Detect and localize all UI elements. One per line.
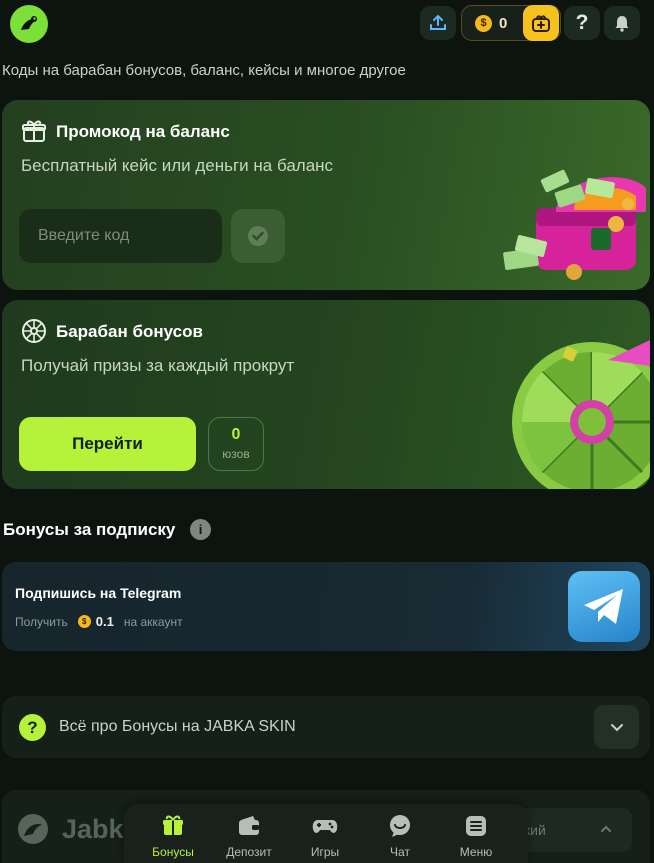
faq-expand-button[interactable] bbox=[594, 705, 639, 749]
deposit-button[interactable] bbox=[523, 5, 559, 41]
promo-description: Бесплатный кейс или деньги на баланс bbox=[21, 156, 334, 175]
promo-title: Промокод на баланс bbox=[56, 122, 230, 141]
frog-logo-icon[interactable] bbox=[10, 5, 48, 43]
reward-get-label: Получить bbox=[15, 614, 68, 629]
wheel-description: Получай призы за каждый прокрут bbox=[21, 356, 295, 375]
faq-title: Всё про Бонусы на JABKA SKIN bbox=[59, 718, 296, 735]
nav-deposit[interactable]: Депозит bbox=[217, 812, 281, 863]
wheel-icon bbox=[22, 319, 46, 343]
menu-icon bbox=[466, 816, 486, 836]
nav-label-menu: Меню bbox=[459, 845, 493, 859]
help-button[interactable]: ? bbox=[564, 6, 600, 40]
balance-value: 0 bbox=[499, 14, 508, 32]
telegram-title: Подпишись на Telegram bbox=[15, 585, 182, 601]
wheel-go-label: Перейти bbox=[72, 434, 143, 453]
chevron-down-icon bbox=[610, 723, 623, 731]
nav-label-deposit: Депозит bbox=[226, 845, 272, 859]
nav-label-chat: Чат bbox=[390, 845, 410, 859]
promo-submit-button[interactable] bbox=[231, 209, 285, 263]
telegram-reward-row: Получить $ 0.1 на аккаунт bbox=[15, 614, 183, 629]
wheel-go-button[interactable]: Перейти bbox=[19, 417, 196, 471]
gamepad-icon bbox=[312, 820, 338, 833]
info-icon[interactable]: i bbox=[190, 519, 211, 540]
notifications-button[interactable] bbox=[604, 6, 640, 40]
gift-box-icon bbox=[22, 120, 46, 142]
upload-icon bbox=[430, 14, 446, 30]
wallet-icon bbox=[239, 816, 259, 835]
question-icon: ? bbox=[575, 11, 589, 34]
prize-wheel-illustration bbox=[512, 340, 650, 489]
spins-counter: 0 юзов bbox=[208, 417, 264, 471]
nav-bonuses[interactable]: Бонусы bbox=[141, 812, 205, 863]
footer-frog-logo-icon bbox=[18, 814, 48, 844]
promo-code-placeholder: Введите код bbox=[38, 227, 130, 244]
subscription-title-text: Бонусы за подписку bbox=[3, 520, 176, 539]
promo-card: Промокод на баланс Бесплатный кейс или д… bbox=[2, 100, 650, 290]
faq-question-icon: ? bbox=[19, 714, 46, 741]
chevron-up-icon bbox=[601, 825, 611, 832]
upload-button[interactable] bbox=[420, 6, 456, 40]
top-bar: $ 0 ? bbox=[0, 0, 654, 48]
bonus-wheel-card: Барабан бонусов Получай призы за каждый … bbox=[2, 300, 650, 489]
bell-icon bbox=[615, 16, 629, 32]
gift-icon bbox=[532, 15, 550, 32]
chat-icon bbox=[390, 815, 410, 837]
nav-chat[interactable]: Чат bbox=[368, 812, 432, 863]
faq-accordion[interactable]: ? Всё про Бонусы на JABKA SKIN bbox=[2, 696, 650, 758]
language-selector[interactable]: кий bbox=[510, 808, 632, 852]
coin-icon: $ bbox=[77, 615, 91, 628]
nav-games[interactable]: Игры bbox=[293, 812, 357, 863]
subscription-section-title: Бонусы за подписку bbox=[3, 520, 175, 540]
nav-label-games: Игры bbox=[310, 845, 340, 859]
telegram-logo-icon bbox=[568, 571, 640, 642]
reward-suffix: на аккаунт bbox=[123, 614, 183, 629]
telegram-card[interactable]: Подпишись на Telegram Получить $ 0.1 на … bbox=[2, 562, 650, 651]
coin-icon: $ bbox=[475, 14, 492, 32]
check-circle-icon bbox=[248, 226, 268, 246]
spins-label: юзов bbox=[222, 447, 250, 461]
money-chest-illustration bbox=[503, 169, 646, 280]
gift-icon bbox=[163, 815, 183, 835]
wheel-title: Барабан бонусов bbox=[56, 322, 203, 341]
spins-count: 0 bbox=[231, 426, 241, 443]
reward-amount: 0.1 bbox=[95, 614, 114, 629]
footer-brand: Jabk bbox=[62, 814, 124, 844]
nav-label-bonuses: Бонусы bbox=[152, 845, 194, 859]
promo-code-input[interactable]: Введите код bbox=[19, 209, 222, 263]
page-subtitle: Коды на барабан бонусов, баланс, кейсы и… bbox=[2, 62, 406, 79]
nav-menu[interactable]: Меню bbox=[444, 812, 508, 863]
